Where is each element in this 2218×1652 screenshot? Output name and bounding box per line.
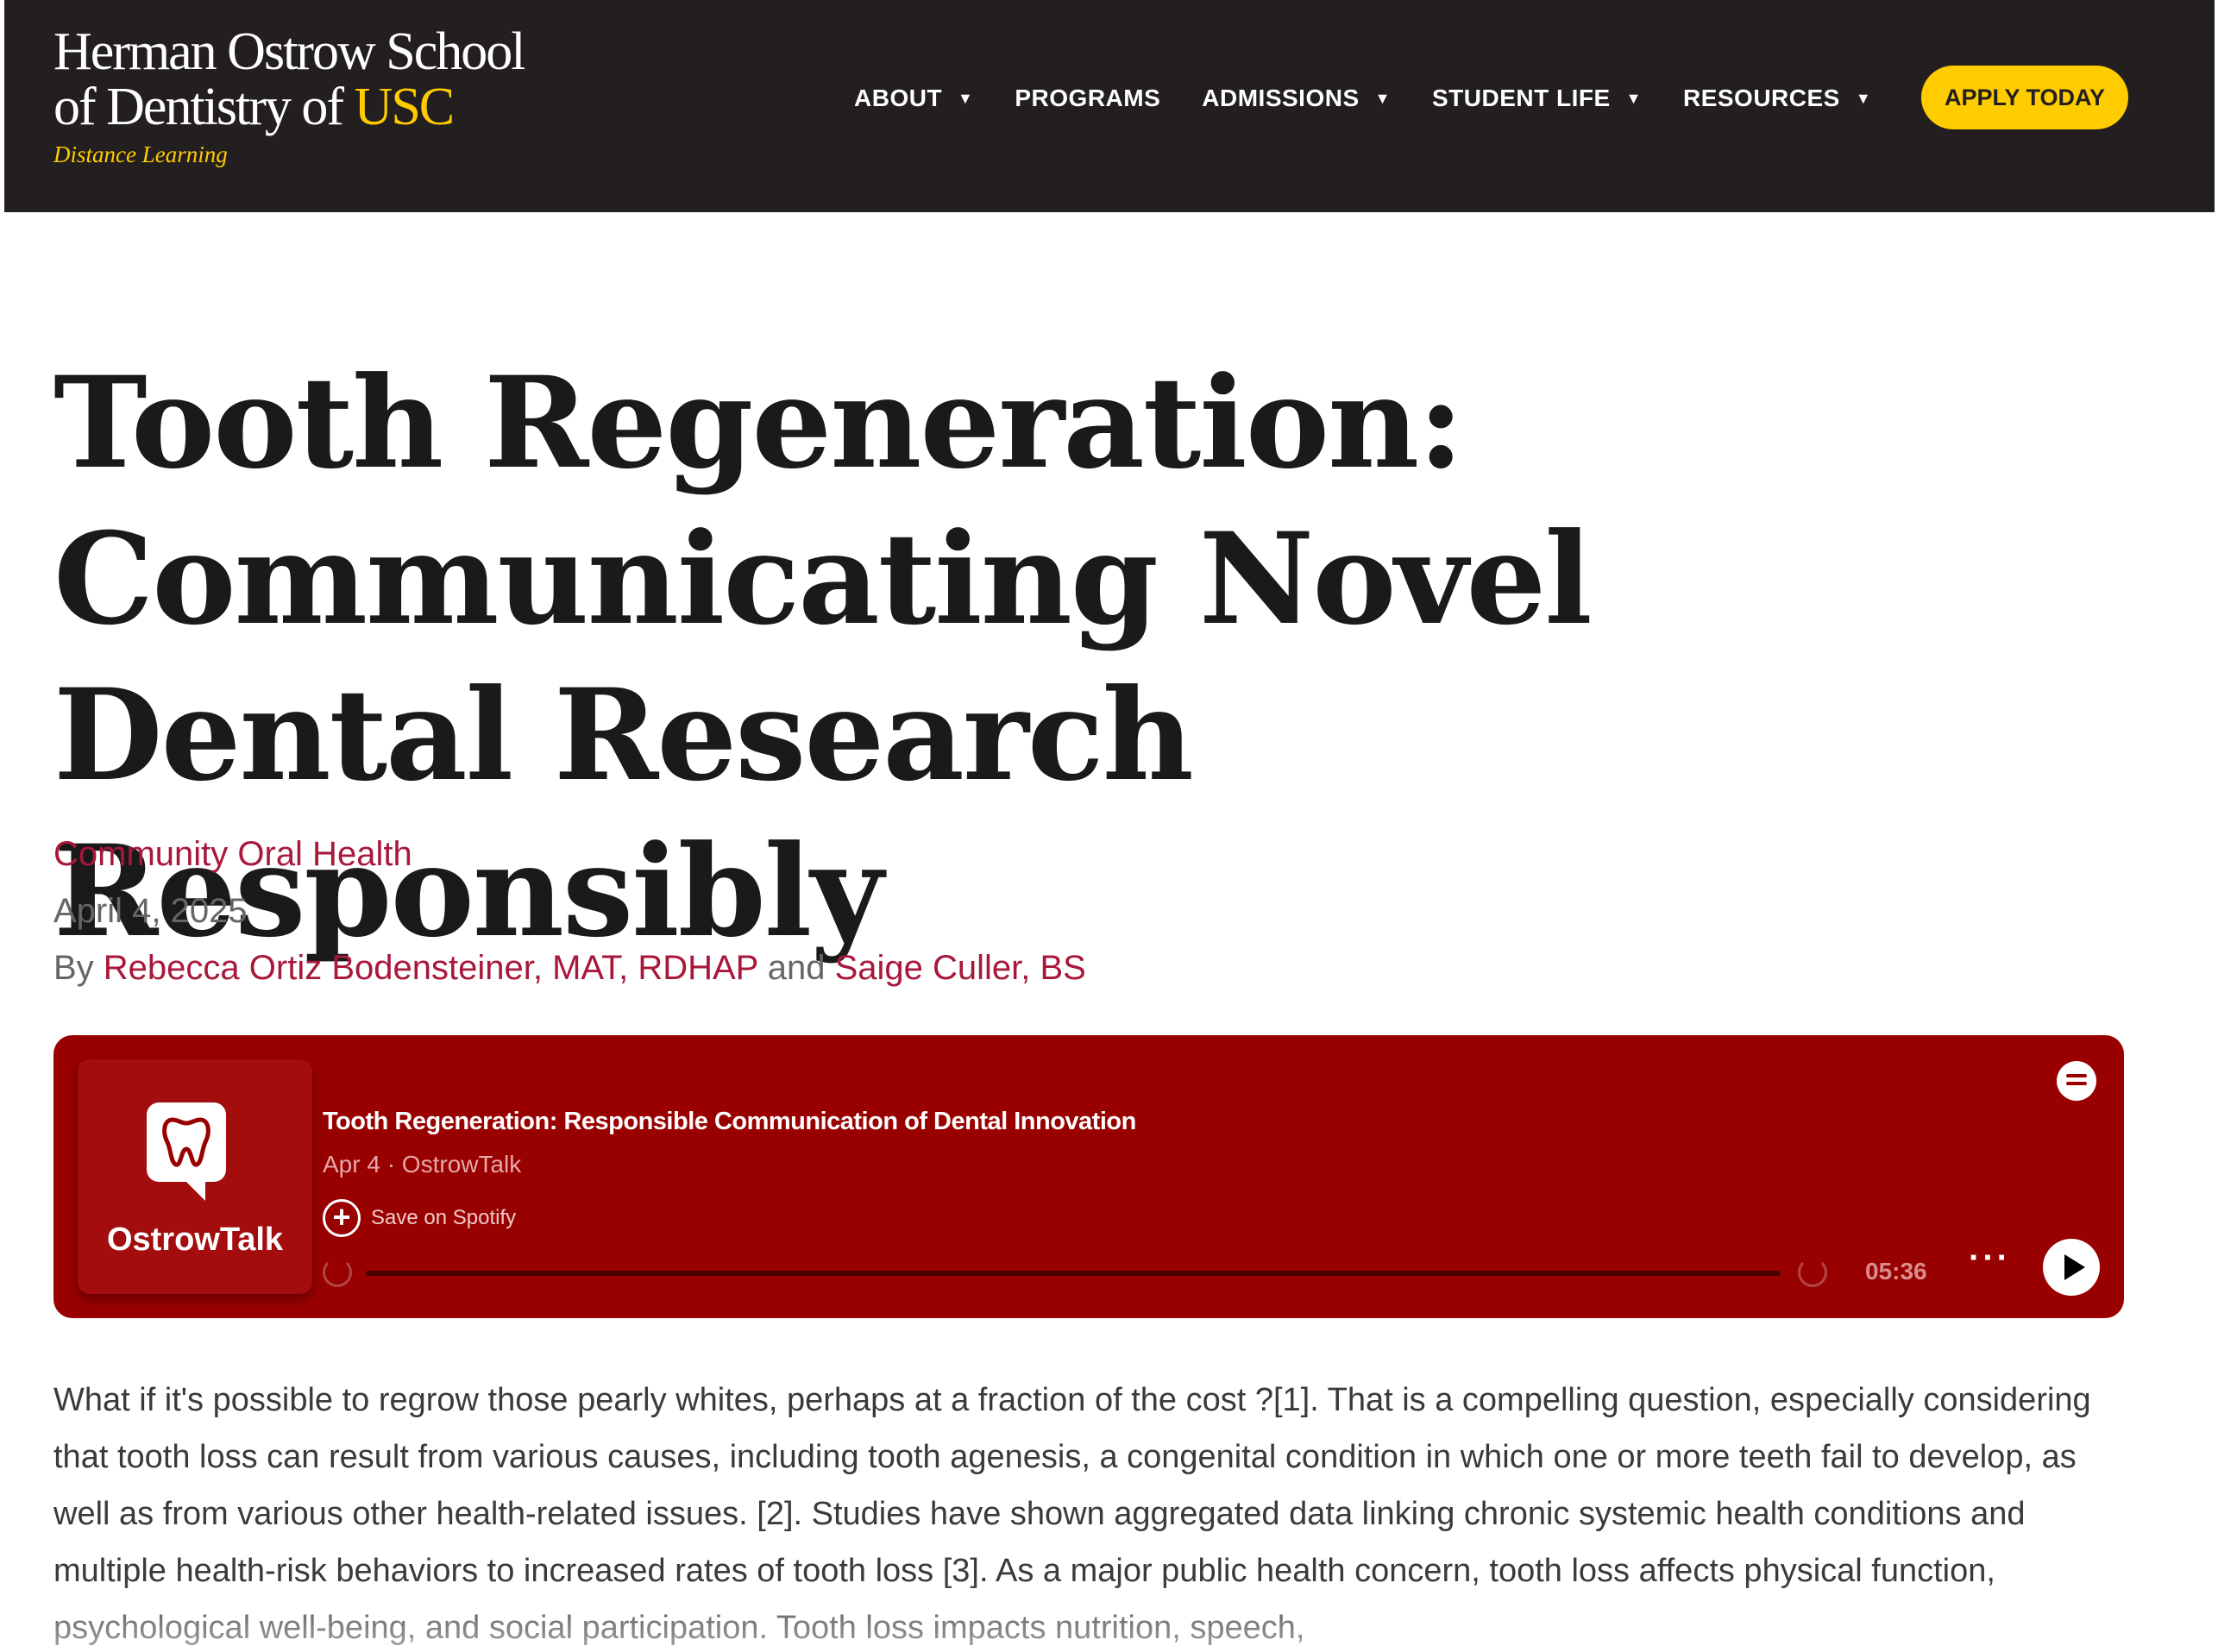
author-link-1[interactable]: Rebecca Ortiz Bodensteiner, MAT, RDHAP xyxy=(104,949,758,987)
nav-about[interactable]: ABOUT ▼ xyxy=(854,85,973,112)
category-link[interactable]: Community Oral Health xyxy=(53,835,412,874)
progress-bar[interactable] xyxy=(366,1271,1781,1276)
caret-down-icon: ▼ xyxy=(1855,89,1872,107)
nav-admissions-label: ADMISSIONS xyxy=(1202,85,1360,111)
save-on-spotify-label: Save on Spotify xyxy=(371,1206,517,1229)
apply-today-button[interactable]: APPLY TODAY xyxy=(1921,66,2128,129)
logo-usc: USC xyxy=(354,78,456,136)
nav-admissions[interactable]: ADMISSIONS ▼ xyxy=(1202,85,1391,112)
article-date: April 4, 2025 xyxy=(53,892,248,930)
episode-duration: 05:36 xyxy=(1865,1258,1927,1285)
article-body: What if it's possible to regrow those pe… xyxy=(53,1382,2091,1646)
byline-prefix: By xyxy=(53,949,104,987)
author-link-2[interactable]: Saige Culler, BS xyxy=(835,949,1086,987)
spotify-icon[interactable] xyxy=(2057,1061,2096,1101)
nav-programs-label: PROGRAMS xyxy=(1015,85,1161,111)
logo-line2-prefix: of Dentistry of xyxy=(53,78,355,136)
podcast-player: OstrowTalk Tooth Regeneration: Responsib… xyxy=(53,1035,2124,1318)
article-title: Tooth Regeneration: Communicating Novel … xyxy=(53,349,1593,965)
byline-conjunction: and xyxy=(757,949,835,987)
tooth-icon xyxy=(147,1102,226,1201)
caret-down-icon: ▼ xyxy=(958,89,974,107)
save-on-spotify-button[interactable]: + Save on Spotify xyxy=(323,1199,516,1237)
logo-subtitle: Distance Learning xyxy=(53,141,228,167)
rewind-15-icon[interactable] xyxy=(323,1258,352,1287)
main-nav: ABOUT ▼ PROGRAMS ADMISSIONS ▼ STUDENT LI… xyxy=(854,66,1913,131)
caret-down-icon: ▼ xyxy=(1374,89,1391,107)
show-name: OstrowTalk xyxy=(106,1222,284,1258)
site-header: Herman Ostrow School of Dentistry of USC… xyxy=(4,0,2215,212)
caret-down-icon: ▼ xyxy=(1625,89,1642,107)
nav-programs[interactable]: PROGRAMS xyxy=(1015,85,1160,112)
logo-line2: of Dentistry of USC xyxy=(53,79,524,135)
more-icon[interactable]: ··· xyxy=(1969,1239,2011,1278)
nav-about-label: ABOUT xyxy=(854,85,943,111)
article-byline: By Rebecca Ortiz Bodensteiner, MAT, RDHA… xyxy=(53,949,1086,988)
site-logo[interactable]: Herman Ostrow School of Dentistry of USC… xyxy=(53,22,525,168)
play-button[interactable] xyxy=(2043,1239,2100,1296)
episode-title[interactable]: Tooth Regeneration: Responsible Communic… xyxy=(323,1108,1136,1136)
nav-resources-label: RESOURCES xyxy=(1682,85,1840,111)
nav-student-life[interactable]: STUDENT LIFE ▼ xyxy=(1432,85,1642,112)
nav-resources[interactable]: RESOURCES ▼ xyxy=(1683,85,1871,112)
podcast-cover[interactable]: OstrowTalk xyxy=(78,1059,312,1294)
forward-15-icon[interactable] xyxy=(1798,1258,1827,1287)
add-circle-icon: + xyxy=(323,1199,361,1237)
nav-student-life-label: STUDENT LIFE xyxy=(1431,85,1611,111)
episode-meta: Apr 4 · OstrowTalk xyxy=(323,1151,522,1178)
logo-line1: Herman Ostrow School xyxy=(53,22,525,81)
